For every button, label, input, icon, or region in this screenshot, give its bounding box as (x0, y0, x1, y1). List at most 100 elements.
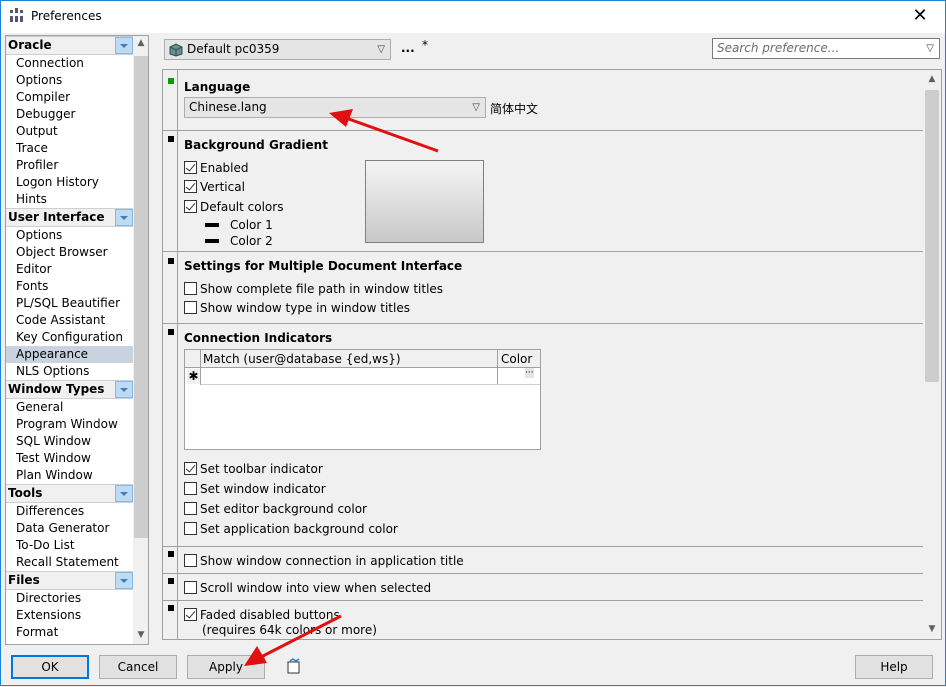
column-header-match[interactable]: Match (user@database {ed,ws}) (203, 352, 401, 366)
panel-scrollbar[interactable]: ▲ ▼ (923, 70, 941, 639)
sidebar-item[interactable]: Extensions (6, 607, 133, 624)
sidebar-group-header[interactable]: User Interface (6, 208, 133, 227)
sidebar-item[interactable]: To-Do List (6, 537, 133, 554)
close-icon[interactable]: ✕ (905, 5, 935, 26)
column-header-color[interactable]: Color (501, 352, 532, 366)
checkbox[interactable]: Enabled (184, 161, 249, 177)
checkbox[interactable]: Set editor background color (184, 502, 367, 518)
sidebar-scrollbar[interactable]: ▲ ▼ (133, 36, 148, 644)
title-bar: Preferences ✕ (1, 1, 945, 33)
language-select[interactable]: Chinese.lang ▽ (184, 97, 486, 118)
checkbox-box[interactable] (184, 180, 197, 193)
sidebar-item[interactable]: Compiler (6, 89, 133, 106)
checkbox-box[interactable] (184, 161, 197, 174)
color2-swatch[interactable] (205, 239, 219, 243)
language-value: Chinese.lang (189, 100, 267, 114)
sidebar-item[interactable]: Program Window (6, 416, 133, 433)
collapse-icon[interactable] (115, 37, 133, 54)
apply-button[interactable]: Apply (187, 655, 265, 679)
checkbox[interactable]: Show window connection in application ti… (184, 554, 464, 570)
checkbox-box[interactable] (184, 608, 197, 621)
sidebar-item[interactable]: PL/SQL Beautifier (6, 295, 133, 312)
sidebar-item[interactable]: Directories (6, 590, 133, 607)
checkbox-box[interactable] (184, 502, 197, 515)
sidebar-item[interactable]: Profiler (6, 157, 133, 174)
cancel-button[interactable]: Cancel (99, 655, 177, 679)
sidebar-item[interactable]: Format (6, 624, 133, 641)
collapse-icon[interactable] (115, 572, 133, 589)
search-preference-input[interactable]: Search preference... ▽ (712, 38, 940, 59)
sidebar-item[interactable]: Test Window (6, 450, 133, 467)
grid-line (201, 384, 540, 385)
sidebar-item[interactable]: Fonts (6, 278, 133, 295)
checkbox-label: Show window connection in application ti… (200, 554, 464, 568)
sidebar-item[interactable]: Recall Statement (6, 554, 133, 571)
connection-indicator-grid[interactable]: Match (user@database {ed,ws}) Color ✱ ··… (184, 349, 541, 450)
sidebar-item[interactable]: Logon History (6, 174, 133, 191)
checkbox-box[interactable] (184, 200, 197, 213)
sidebar-item[interactable]: General (6, 399, 133, 416)
checkbox[interactable]: Default colors (184, 200, 283, 216)
color1-swatch[interactable] (205, 223, 219, 227)
faded-note: (requires 64k colors or more) (202, 623, 377, 637)
section-marker (168, 136, 174, 142)
checkbox-label: Show window type in window titles (200, 301, 410, 315)
checkbox-box[interactable] (184, 282, 197, 295)
panel-scroll-thumb[interactable] (925, 90, 939, 382)
checkbox[interactable]: Scroll window into view when selected (184, 581, 431, 597)
checkbox-box[interactable] (184, 554, 197, 567)
checkbox[interactable]: Vertical (184, 180, 245, 196)
checkbox[interactable]: Show window type in window titles (184, 301, 410, 317)
scroll-up-icon[interactable]: ▲ (923, 74, 941, 84)
sidebar-item[interactable]: Differences (6, 503, 133, 520)
checkbox[interactable]: Set toolbar indicator (184, 462, 323, 478)
sidebar-item[interactable]: NLS Options (6, 363, 133, 380)
sidebar-item[interactable]: Data Generator (6, 520, 133, 537)
sidebar-item[interactable]: Key Configuration (6, 329, 133, 346)
checkbox-label: Set editor background color (200, 502, 367, 516)
sidebar-group-header[interactable]: Window Types (6, 380, 133, 399)
chevron-down-icon: ▽ (472, 102, 480, 113)
checkbox-box[interactable] (184, 522, 197, 535)
chevron-down-icon[interactable]: ▽ (926, 39, 934, 58)
scroll-down-icon[interactable]: ▼ (923, 624, 941, 634)
sidebar-group-header[interactable]: Tools (6, 484, 133, 503)
sidebar-item[interactable]: Editor (6, 261, 133, 278)
checkbox[interactable]: Set window indicator (184, 482, 326, 498)
sidebar-item[interactable]: Debugger (6, 106, 133, 123)
profile-select[interactable]: Default pc0359 ▽ (164, 39, 391, 60)
checkbox-box[interactable] (184, 581, 197, 594)
sidebar-item[interactable]: Appearance (6, 346, 133, 363)
collapse-icon[interactable] (115, 485, 133, 502)
sidebar-item[interactable]: Code Assistant (6, 312, 133, 329)
section-marker (168, 605, 174, 611)
sidebar-group-header[interactable]: Files (6, 571, 133, 590)
profile-more-button[interactable]: ... (401, 41, 415, 55)
save-preferences-icon[interactable] (286, 658, 302, 674)
sidebar-item[interactable]: Hints (6, 191, 133, 208)
sidebar-item[interactable]: Output (6, 123, 133, 140)
sidebar-item[interactable]: Object Browser (6, 244, 133, 261)
color-picker-button[interactable]: ··· (525, 368, 534, 378)
sidebar-scroll-thumb[interactable] (134, 56, 148, 538)
checkbox[interactable]: Faded disabled buttons (184, 608, 340, 624)
help-button[interactable]: Help (855, 655, 933, 679)
checkbox-box[interactable] (184, 482, 197, 495)
sidebar-item[interactable]: SQL Window (6, 433, 133, 450)
sidebar-item[interactable]: Connection (6, 55, 133, 72)
checkbox[interactable]: Show complete file path in window titles (184, 282, 443, 298)
sidebar-item[interactable]: Trace (6, 140, 133, 157)
sidebar-item[interactable]: Options (6, 72, 133, 89)
sidebar-group-header[interactable]: Oracle (6, 36, 133, 55)
sidebar-item[interactable]: Plan Window (6, 467, 133, 484)
collapse-icon[interactable] (115, 209, 133, 226)
scroll-down-icon[interactable]: ▼ (133, 630, 148, 640)
checkbox-box[interactable] (184, 301, 197, 314)
checkbox-box[interactable] (184, 462, 197, 475)
sidebar-item[interactable]: Options (6, 227, 133, 244)
scroll-up-icon[interactable]: ▲ (133, 38, 148, 48)
ok-button[interactable]: OK (11, 655, 89, 679)
collapse-icon[interactable] (115, 381, 133, 398)
section-marker-active (168, 78, 174, 84)
checkbox[interactable]: Set application background color (184, 522, 398, 538)
